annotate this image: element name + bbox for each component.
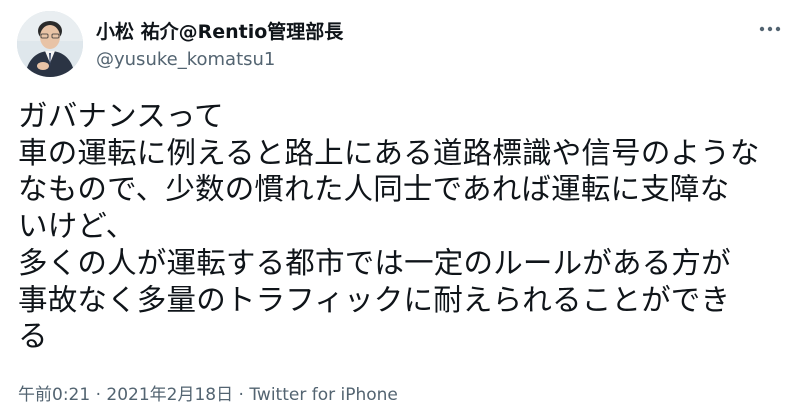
meta-separator: · xyxy=(90,385,107,405)
avatar[interactable] xyxy=(17,11,83,77)
avatar-photo xyxy=(17,11,83,77)
author-display-name[interactable]: 小松 祐介@Rentio管理部長 xyxy=(96,17,343,44)
tweet-time[interactable]: 午前0:21 xyxy=(18,385,90,405)
meta-separator: · xyxy=(233,385,250,405)
tweet-meta: 午前0:21 · 2021年2月18日 · Twitter for iPhone xyxy=(18,380,398,405)
tweet-source[interactable]: Twitter for iPhone xyxy=(249,385,398,405)
tweet-header: 小松 祐介@Rentio管理部長 @yusuke_komatsu1 xyxy=(17,11,783,81)
tweet-date[interactable]: 2021年2月18日 xyxy=(106,385,233,405)
tweet-text: ガバナンスって 車の運転に例えると路上にある道路標識や信号のような なもので、少… xyxy=(18,99,760,354)
more-options-button[interactable] xyxy=(757,19,783,39)
author-names: 小松 祐介@Rentio管理部長 @yusuke_komatsu1 xyxy=(96,11,343,70)
tweet-card: 小松 祐介@Rentio管理部長 @yusuke_komatsu1 ガバナンスっ… xyxy=(0,0,800,419)
more-dots-icon xyxy=(759,26,781,32)
author-handle[interactable]: @yusuke_komatsu1 xyxy=(96,49,343,70)
